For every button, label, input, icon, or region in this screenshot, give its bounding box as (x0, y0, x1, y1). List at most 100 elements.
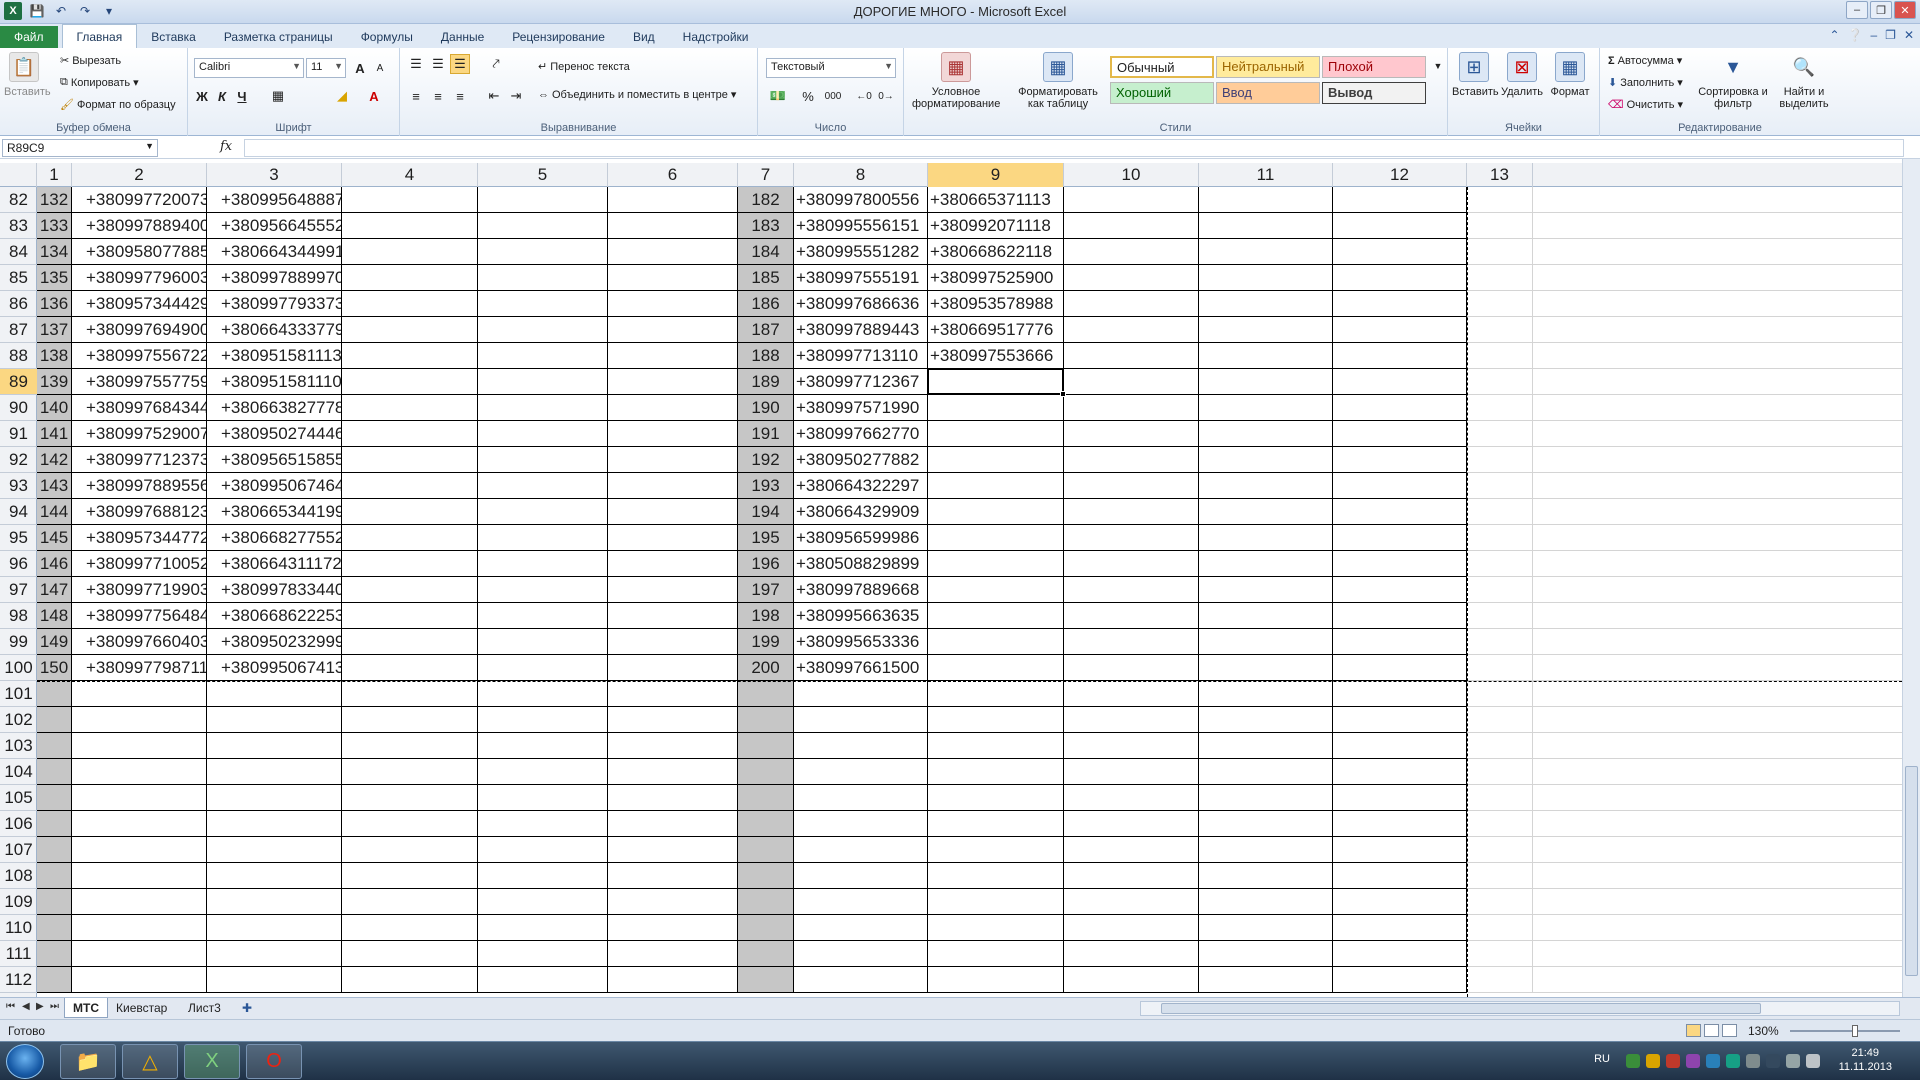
cell-c9[interactable] (928, 785, 1064, 811)
cell-empty[interactable] (478, 213, 608, 239)
cell-empty[interactable] (608, 759, 738, 785)
cell-c9[interactable]: +380668622118 (928, 239, 1064, 265)
cell-empty[interactable] (1199, 213, 1333, 239)
percent-button[interactable]: % (798, 86, 818, 106)
fill-handle[interactable] (1060, 391, 1066, 397)
first-sheet-icon[interactable]: ⏮ (6, 1001, 15, 1012)
page-break-view-icon[interactable] (1722, 1024, 1737, 1037)
cell-c2[interactable] (72, 837, 207, 863)
cell-empty[interactable] (1467, 811, 1533, 837)
insert-sheet-icon[interactable]: ✚ (242, 1001, 252, 1015)
cell-empty[interactable] (1333, 915, 1467, 941)
cell-empty[interactable] (1467, 941, 1533, 967)
cell-empty[interactable] (1064, 499, 1199, 525)
normal-view-icon[interactable] (1686, 1024, 1701, 1037)
cell-empty[interactable] (342, 395, 478, 421)
cell-c3[interactable]: +380995067413 (207, 655, 342, 681)
find-select-button[interactable]: 🔍 Найти и выделить (1772, 52, 1836, 110)
cell-c3[interactable]: +380995067464 (207, 473, 342, 499)
cell-empty[interactable] (342, 473, 478, 499)
increase-indent-icon[interactable]: ⇥ (506, 86, 526, 106)
cell-c2[interactable]: +380997684344 (72, 395, 207, 421)
align-bottom-icon[interactable]: ☰ (450, 54, 470, 74)
cell-c8[interactable] (794, 759, 928, 785)
tray-app-icon[interactable] (1626, 1054, 1640, 1068)
cell-c3[interactable]: +380995648887 (207, 187, 342, 213)
cell-c2[interactable]: +380997556722 (72, 343, 207, 369)
cell-c1[interactable] (37, 733, 72, 759)
fill-color-icon[interactable]: ◢ (332, 86, 352, 106)
cell-c2[interactable]: +380997712373 (72, 447, 207, 473)
cell-empty[interactable] (1333, 499, 1467, 525)
row-header[interactable]: 87 (0, 317, 37, 343)
cell-empty[interactable] (608, 681, 738, 707)
cell-empty[interactable] (342, 213, 478, 239)
copy-button[interactable]: ⧉ Копировать ▾ (60, 76, 139, 89)
cell-c3[interactable]: +380951581113 (207, 343, 342, 369)
language-indicator[interactable]: RU (1594, 1053, 1610, 1065)
cell-empty[interactable] (1467, 369, 1533, 395)
cell-c2[interactable] (72, 707, 207, 733)
row-header[interactable]: 94 (0, 499, 37, 525)
cell-empty[interactable] (342, 889, 478, 915)
cell-c1[interactable]: 140 (37, 395, 72, 421)
cell-c7[interactable] (738, 915, 794, 941)
tray-app-icon[interactable] (1806, 1054, 1820, 1068)
row-header[interactable]: 82 (0, 187, 37, 213)
cell-c7[interactable]: 199 (738, 629, 794, 655)
cell-empty[interactable] (1333, 525, 1467, 551)
cell-empty[interactable] (1064, 473, 1199, 499)
cell-c9[interactable]: +380665371113 (928, 187, 1064, 213)
cell-empty[interactable] (1333, 629, 1467, 655)
cell-empty[interactable] (1199, 291, 1333, 317)
decrease-indent-icon[interactable]: ⇤ (484, 86, 504, 106)
cell-empty[interactable] (1064, 265, 1199, 291)
tray-app-icon[interactable] (1726, 1054, 1740, 1068)
cell-empty[interactable] (342, 707, 478, 733)
cell-empty[interactable] (342, 941, 478, 967)
prev-sheet-icon[interactable]: ◀ (22, 1001, 30, 1012)
cell-empty[interactable] (1333, 265, 1467, 291)
cell-empty[interactable] (1333, 681, 1467, 707)
cell-c7[interactable]: 183 (738, 213, 794, 239)
column-header[interactable]: 8 (794, 163, 928, 187)
cell-c9[interactable] (928, 837, 1064, 863)
row-header[interactable]: 89 (0, 369, 37, 395)
cell-empty[interactable] (608, 863, 738, 889)
cell-empty[interactable] (608, 447, 738, 473)
cell-c2[interactable]: +380997688123 (72, 499, 207, 525)
delete-cells-button[interactable]: ⊠ Удалить (1500, 52, 1544, 98)
cell-empty[interactable] (1064, 967, 1199, 993)
cell-empty[interactable] (342, 343, 478, 369)
cell-c8[interactable]: +380997571990 (794, 395, 928, 421)
cell-c3[interactable] (207, 889, 342, 915)
cell-empty[interactable] (1333, 655, 1467, 681)
cell-c1[interactable]: 150 (37, 655, 72, 681)
cell-c1[interactable]: 139 (37, 369, 72, 395)
cell-c2[interactable] (72, 967, 207, 993)
cell-empty[interactable] (1333, 343, 1467, 369)
cell-c3[interactable]: +380951581110 (207, 369, 342, 395)
row-header[interactable]: 96 (0, 551, 37, 577)
cell-c9[interactable]: +380997553666 (928, 343, 1064, 369)
cell-c3[interactable]: +380668622253 (207, 603, 342, 629)
cell-empty[interactable] (1064, 889, 1199, 915)
cell-empty[interactable] (1199, 811, 1333, 837)
column-header[interactable]: 4 (342, 163, 478, 187)
cell-c3[interactable]: +380665344199 (207, 499, 342, 525)
row-header[interactable]: 84 (0, 239, 37, 265)
cell-empty[interactable] (1333, 239, 1467, 265)
cell-c2[interactable]: +380997798711 (72, 655, 207, 681)
cell-empty[interactable] (1467, 317, 1533, 343)
cell-empty[interactable] (1064, 915, 1199, 941)
row-header[interactable]: 101 (0, 681, 37, 707)
avast-icon[interactable]: △ (122, 1044, 178, 1079)
cell-c3[interactable] (207, 681, 342, 707)
tray-app-icon[interactable] (1666, 1054, 1680, 1068)
cell-empty[interactable] (478, 837, 608, 863)
cell-empty[interactable] (342, 551, 478, 577)
cell-c2[interactable]: +380997719903 (72, 577, 207, 603)
column-header[interactable]: 1 (37, 163, 72, 187)
cell-empty[interactable] (1199, 187, 1333, 213)
underline-button[interactable]: Ч (232, 86, 252, 106)
